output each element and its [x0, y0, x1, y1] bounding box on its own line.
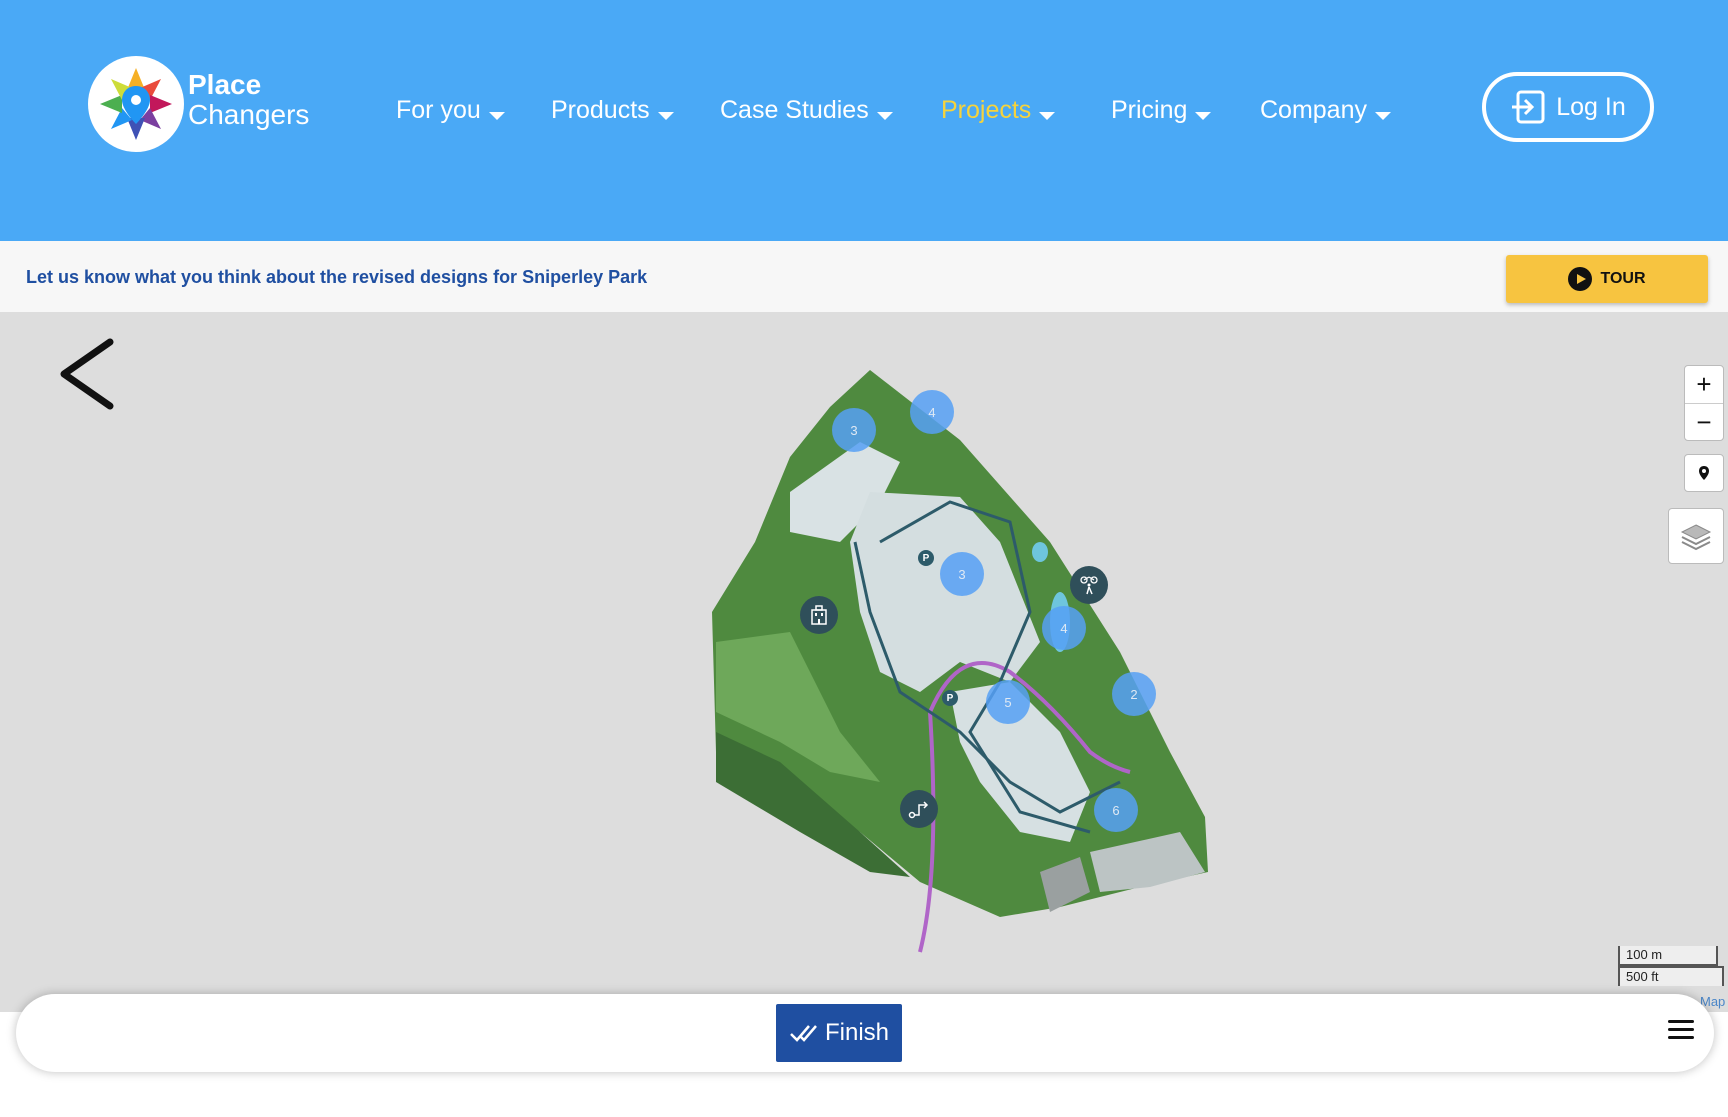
- cluster-marker[interactable]: 3: [832, 408, 876, 452]
- site-header: Place Changers For you Products Case Stu…: [0, 0, 1728, 241]
- brand-line2: Changers: [188, 99, 310, 130]
- caret-down-icon: [488, 112, 505, 120]
- nav-products[interactable]: Products: [551, 96, 674, 126]
- nav-pricing[interactable]: Pricing: [1111, 96, 1212, 126]
- project-info-bar: Let us know what you think about the rev…: [0, 241, 1728, 312]
- nav-label: Projects: [941, 96, 1032, 124]
- cluster-count: 5: [1004, 694, 1012, 710]
- zoom-in-button[interactable]: +: [1685, 366, 1723, 403]
- nav-label: Company: [1260, 96, 1367, 124]
- zoom-control: + −: [1684, 365, 1724, 441]
- project-message: Let us know what you think about the rev…: [26, 267, 648, 287]
- bottom-action-bar: Finish: [16, 994, 1714, 1072]
- finish-button[interactable]: Finish: [776, 1004, 902, 1062]
- nav-label: For you: [396, 96, 481, 124]
- cluster-count: 3: [850, 422, 858, 438]
- nav-projects[interactable]: Projects: [941, 96, 1056, 126]
- nav-for-you[interactable]: For you: [396, 96, 505, 126]
- locate-button[interactable]: [1684, 454, 1724, 492]
- cluster-marker[interactable]: 6: [1094, 788, 1138, 832]
- layers-icon: [1680, 524, 1712, 551]
- parking-marker[interactable]: P: [918, 550, 934, 566]
- cluster-count: 4: [1060, 620, 1068, 636]
- nav-label: Products: [551, 96, 650, 124]
- cluster-count: 4: [928, 404, 936, 420]
- brand-name: Place Changers: [188, 70, 309, 130]
- placechangers-logo[interactable]: [88, 56, 184, 152]
- cluster-count: 2: [1130, 686, 1138, 702]
- parking-marker[interactable]: P: [942, 690, 958, 706]
- caret-down-icon: [657, 112, 674, 120]
- layers-button[interactable]: [1668, 508, 1724, 564]
- location-pin-icon: [1699, 466, 1709, 480]
- double-check-icon: [790, 1025, 817, 1042]
- nav-company[interactable]: Company: [1260, 96, 1391, 126]
- scale-metric: 100 m: [1618, 946, 1718, 966]
- map-view[interactable]: 3 4 3 4 2 5 6 P P + − 100 m 500 ft Map: [0, 312, 1728, 1012]
- play-icon: [1568, 267, 1593, 291]
- cluster-count: 6: [1112, 802, 1120, 818]
- nav-label: Pricing: [1111, 96, 1188, 124]
- brand-line1: Place: [188, 69, 262, 100]
- caret-down-icon: [876, 112, 893, 120]
- tour-label: TOUR: [1600, 270, 1646, 287]
- route-icon[interactable]: [900, 790, 938, 828]
- login-icon: [1512, 90, 1545, 124]
- tour-button[interactable]: TOUR: [1506, 255, 1708, 303]
- caret-down-icon: [1039, 112, 1056, 120]
- cycle-walk-icon[interactable]: [1070, 566, 1108, 604]
- map-scale: 100 m 500 ft: [1618, 946, 1724, 986]
- login-button[interactable]: Log In: [1482, 72, 1654, 142]
- cluster-marker[interactable]: 3: [940, 552, 984, 596]
- finish-label: Finish: [824, 1019, 890, 1046]
- cluster-count: 3: [958, 566, 966, 582]
- scale-imperial: 500 ft: [1618, 966, 1724, 986]
- parking-label: P: [946, 692, 954, 704]
- cluster-marker[interactable]: 4: [910, 390, 954, 434]
- cluster-marker[interactable]: 4: [1042, 606, 1086, 650]
- cluster-marker[interactable]: 5: [986, 680, 1030, 724]
- hamburger-menu-icon[interactable]: [1668, 1020, 1694, 1044]
- zoom-out-button[interactable]: −: [1685, 403, 1723, 440]
- pond: [1032, 542, 1048, 562]
- building-icon[interactable]: [800, 596, 838, 634]
- caret-down-icon: [1195, 112, 1212, 120]
- nav-label: Case Studies: [720, 96, 869, 124]
- cluster-marker[interactable]: 2: [1112, 672, 1156, 716]
- login-label: Log In: [1556, 92, 1626, 121]
- caret-down-icon: [1375, 112, 1391, 120]
- nav-case-studies[interactable]: Case Studies: [720, 96, 893, 126]
- parking-label: P: [922, 552, 930, 564]
